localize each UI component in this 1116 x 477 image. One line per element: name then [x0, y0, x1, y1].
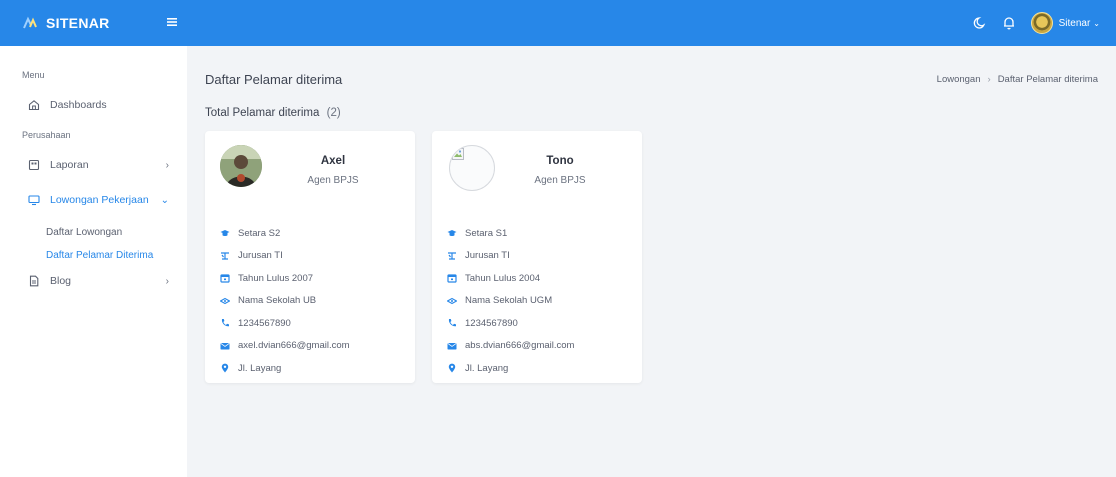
envelope-icon [220, 342, 230, 350]
brand[interactable]: SITENAR [0, 0, 187, 46]
report-icon [28, 159, 40, 171]
total-count: (2) [326, 107, 341, 119]
map-pin-icon [221, 363, 229, 373]
network-icon [221, 252, 229, 260]
notification-bell-icon[interactable] [1001, 15, 1017, 31]
chevron-right-icon: › [165, 159, 169, 171]
network-icon [448, 252, 456, 260]
brand-name: SITENAR [46, 15, 110, 31]
detail-graduation: Tahun Lulus 2004 [447, 267, 632, 290]
total-heading: Total Pelamar diterima (2) [205, 107, 341, 119]
chevron-right-icon: › [165, 275, 169, 287]
user-name: Sitenar [1058, 17, 1091, 29]
applicant-role: Agen BPJS [307, 175, 359, 186]
detail-major: Jurusan TI [447, 245, 632, 268]
graduation-cap-icon [220, 230, 230, 237]
applicant-name: Axel [320, 155, 346, 167]
chevron-down-icon: ⌄ [160, 194, 169, 206]
detail-email: abs.dvian666@gmail.com [447, 335, 632, 358]
sidebar: Menu Dashboards Perusahaan Laporan › Low… [0, 46, 187, 477]
user-avatar [1030, 12, 1053, 34]
detail-email: axel.dvian666@gmail.com [220, 335, 405, 358]
school-icon [220, 297, 230, 304]
sidebar-item-blog[interactable]: Blog › [0, 271, 187, 291]
detail-graduation: Tahun Lulus 2007 [220, 267, 405, 290]
sidebar-subitem-daftar-lowongan[interactable]: Daftar Lowongan [0, 225, 187, 241]
phone-icon [221, 319, 229, 327]
applicant-name: Tono [546, 155, 574, 167]
phone-icon [448, 319, 456, 327]
detail-phone: 1234567890 [220, 312, 405, 335]
calendar-icon [220, 274, 230, 283]
top-navbar: SITENAR Sitenar ⌄ [0, 0, 1116, 46]
sidebar-item-label: Blog [50, 275, 72, 287]
applicant-header: Axel Agen BPJS [220, 145, 400, 195]
detail-school: Nama Sekolah UGM [447, 290, 632, 313]
user-menu[interactable]: Sitenar ⌄ [1030, 12, 1100, 34]
detail-phone: 1234567890 [447, 312, 632, 335]
breadcrumb-current: Daftar Pelamar diterima [997, 74, 1098, 85]
sidebar-item-dashboards[interactable]: Dashboards [0, 95, 187, 115]
sidebar-heading-menu: Menu [22, 70, 45, 80]
sidebar-subitem-daftar-pelamar-diterima[interactable]: Daftar Pelamar Diterima [0, 248, 187, 264]
sidebar-item-label: Laporan [50, 159, 89, 171]
detail-address: Jl. Layang [220, 357, 405, 380]
total-label: Total Pelamar diterima [205, 107, 320, 119]
page-title: Daftar Pelamar diterima [205, 72, 343, 87]
applicant-details: Setara S2 Jurusan TI Tahun Lulus 2007 Na… [220, 222, 405, 380]
breadcrumb: Lowongan › Daftar Pelamar diterima [937, 74, 1098, 85]
sidebar-item-label: Dashboards [50, 99, 107, 111]
school-icon [447, 297, 457, 304]
sidebar-item-label: Lowongan Pekerjaan [50, 194, 149, 206]
hamburger-menu-icon[interactable] [164, 14, 180, 30]
applicant-card: Axel Agen BPJS Setara S2 Jurusan TI Tahu… [205, 131, 415, 383]
graduation-cap-icon [447, 230, 457, 237]
detail-address: Jl. Layang [447, 357, 632, 380]
chevron-down-icon: ⌄ [1093, 18, 1100, 28]
logo-icon [23, 16, 37, 29]
sidebar-item-laporan[interactable]: Laporan › [0, 155, 187, 175]
applicant-details: Setara S1 Jurusan TI Tahun Lulus 2004 Na… [447, 222, 632, 380]
dark-mode-moon-icon[interactable] [971, 15, 987, 31]
sidebar-heading-company: Perusahaan [22, 130, 71, 140]
calendar-icon [447, 274, 457, 283]
detail-degree: Setara S2 [220, 222, 405, 245]
applicant-header: Tono Agen BPJS [447, 145, 627, 195]
document-icon [29, 275, 39, 287]
applicant-card: Tono Agen BPJS Setara S1 Jurusan TI Tahu… [432, 131, 642, 383]
detail-degree: Setara S1 [447, 222, 632, 245]
detail-major: Jurusan TI [220, 245, 405, 268]
sidebar-item-lowongan-pekerjaan[interactable]: Lowongan Pekerjaan ⌄ [0, 190, 187, 210]
home-icon [28, 100, 40, 111]
monitor-icon [28, 195, 40, 206]
breadcrumb-link-lowongan[interactable]: Lowongan [937, 74, 981, 85]
breadcrumb-separator-icon: › [987, 74, 991, 85]
detail-school: Nama Sekolah UB [220, 290, 405, 313]
map-pin-icon [448, 363, 456, 373]
envelope-icon [447, 342, 457, 350]
applicant-role: Agen BPJS [534, 175, 586, 186]
